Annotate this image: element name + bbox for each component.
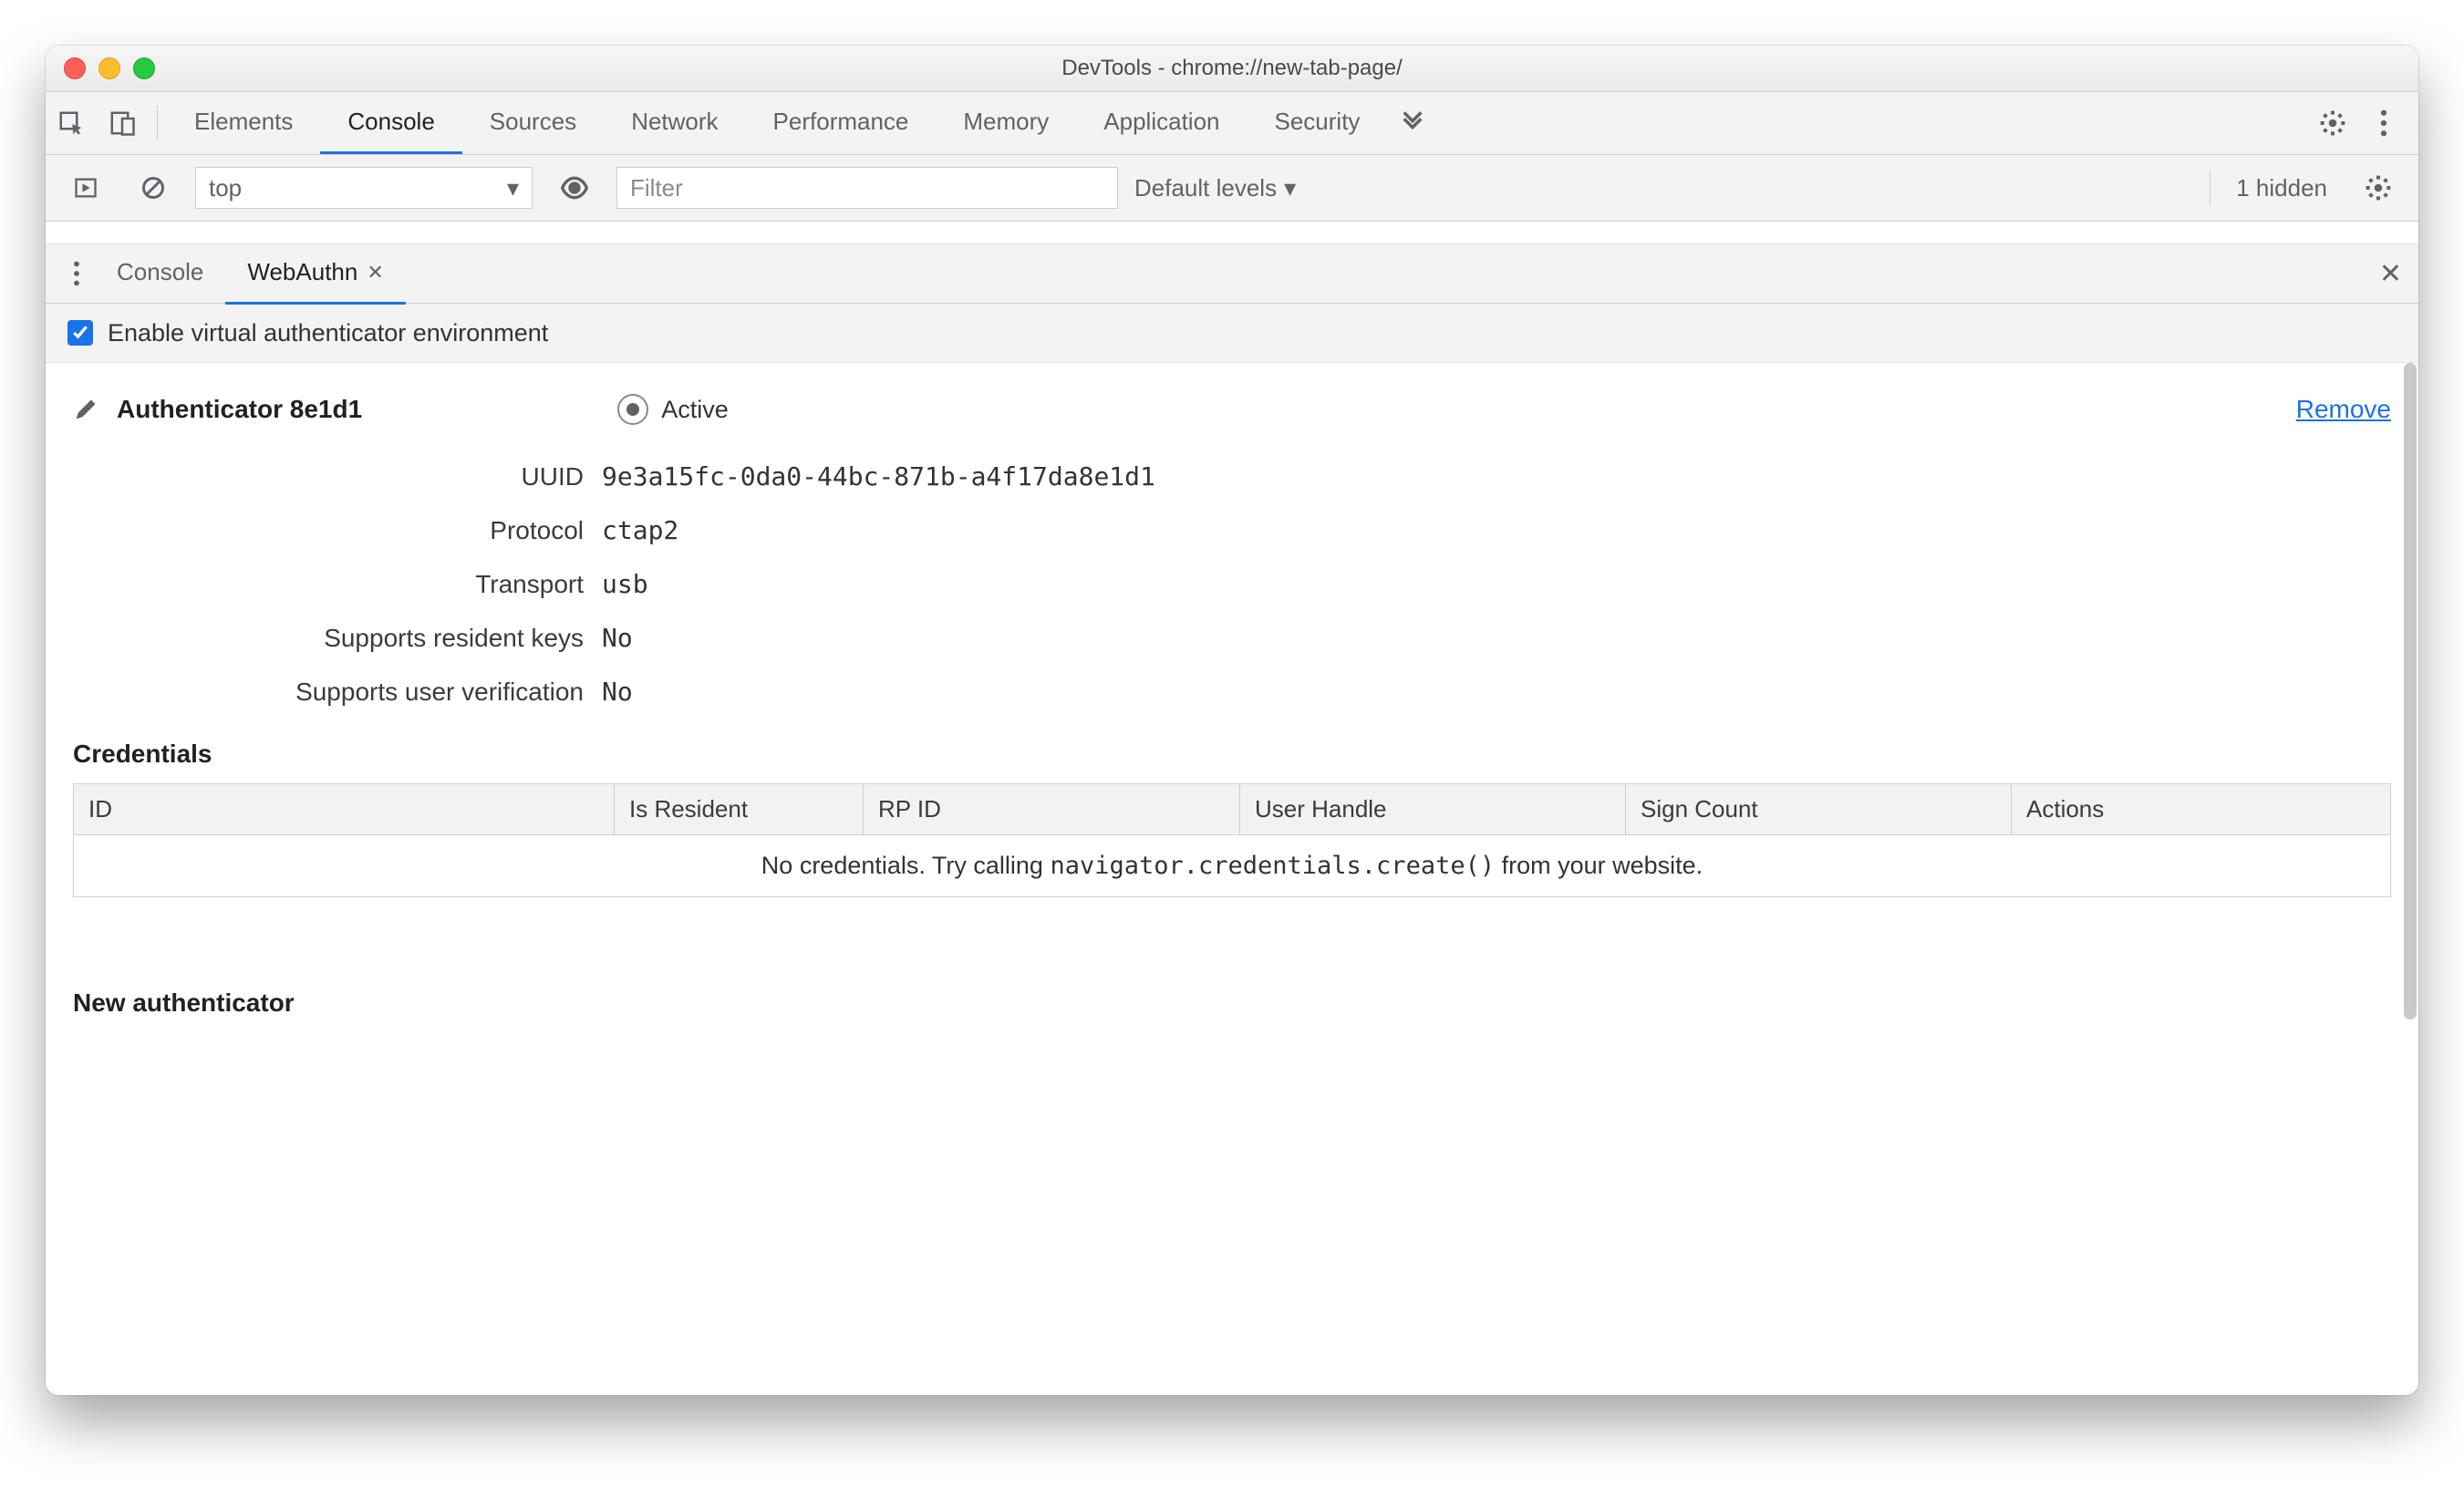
chevron-down-icon: ▾	[1284, 174, 1296, 202]
prop-value-uuid: 9e3a15fc-0da0-44bc-871b-a4f17da8e1d1	[602, 461, 1155, 491]
divider	[157, 106, 158, 140]
table-header: ID Is Resident RP ID User Handle Sign Co…	[74, 784, 2390, 835]
tabs-overflow-icon[interactable]	[1387, 92, 1438, 154]
authenticator-properties: UUID 9e3a15fc-0da0-44bc-871b-a4f17da8e1d…	[73, 461, 2391, 707]
tab-console[interactable]: Console	[320, 92, 461, 154]
credentials-empty-message: No credentials. Try calling navigator.cr…	[74, 835, 2390, 896]
titlebar: DevTools - chrome://new-tab-page/	[46, 46, 2418, 92]
devtools-window: DevTools - chrome://new-tab-page/ Elemen…	[46, 46, 2418, 1395]
main-toolbar: Elements Console Sources Network Perform…	[46, 92, 2418, 155]
console-settings-icon[interactable]	[2353, 162, 2404, 213]
tab-sources[interactable]: Sources	[462, 92, 604, 154]
filter-input[interactable]	[616, 167, 1118, 209]
col-sign-count[interactable]: Sign Count	[1626, 784, 2012, 834]
prop-value-transport: usb	[602, 569, 648, 599]
hidden-messages-count[interactable]: 1 hidden	[2236, 174, 2327, 202]
col-is-resident[interactable]: Is Resident	[615, 784, 864, 834]
console-toolbar: top ▾ Default levels ▾ 1 hidden	[46, 155, 2418, 222]
prop-label-uuid: UUID	[73, 462, 602, 491]
prop-value-user-verification: No	[602, 677, 633, 707]
prop-value-resident-keys: No	[602, 623, 633, 653]
webauthn-content: Authenticator 8e1d1 Active Remove UUID 9…	[46, 363, 2418, 1395]
close-drawer-icon[interactable]: ✕	[2379, 258, 2402, 290]
authenticator-header: Authenticator 8e1d1 Active Remove	[73, 394, 2391, 425]
radio-icon	[617, 394, 648, 425]
tab-network[interactable]: Network	[604, 92, 745, 154]
drawer-tab-webauthn[interactable]: WebAuthn ✕	[225, 243, 405, 305]
context-selector[interactable]: top ▾	[195, 167, 533, 209]
remove-authenticator-link[interactable]: Remove	[2296, 395, 2391, 424]
tab-elements[interactable]: Elements	[167, 92, 320, 154]
settings-icon[interactable]	[2307, 98, 2358, 149]
prop-value-protocol: ctap2	[602, 515, 678, 545]
tab-performance[interactable]: Performance	[746, 92, 937, 154]
tab-security[interactable]: Security	[1248, 92, 1388, 154]
toggle-sidebar-icon[interactable]	[60, 162, 111, 213]
drawer-tab-console[interactable]: Console	[95, 243, 225, 305]
enable-virtual-auth-row: Enable virtual authenticator environment	[46, 304, 2418, 363]
drawer-more-icon[interactable]	[58, 248, 95, 299]
authenticator-title: Authenticator 8e1d1	[117, 395, 362, 424]
clear-console-icon[interactable]	[128, 162, 179, 213]
window-title: DevTools - chrome://new-tab-page/	[46, 56, 2418, 81]
col-actions[interactable]: Actions	[2012, 784, 2390, 834]
col-user-handle[interactable]: User Handle	[1240, 784, 1626, 834]
active-label: Active	[661, 396, 729, 424]
active-radio[interactable]: Active	[617, 394, 729, 425]
tab-memory[interactable]: Memory	[936, 92, 1076, 154]
credentials-table: ID Is Resident RP ID User Handle Sign Co…	[73, 783, 2391, 897]
context-selector-value: top	[209, 174, 242, 202]
drawer-tabs: Console WebAuthn ✕ ✕	[46, 244, 2418, 304]
chevron-down-icon: ▾	[507, 174, 519, 202]
main-tabs: Elements Console Sources Network Perform…	[167, 92, 1438, 154]
enable-virtual-auth-checkbox[interactable]	[67, 320, 93, 346]
credentials-heading: Credentials	[73, 740, 2391, 769]
scrollbar[interactable]	[2402, 363, 2417, 1395]
prop-label-resident-keys: Supports resident keys	[73, 624, 602, 653]
close-tab-icon[interactable]: ✕	[367, 261, 383, 285]
prop-label-transport: Transport	[73, 570, 602, 599]
drawer-tab-label: WebAuthn	[247, 258, 357, 286]
prop-label-protocol: Protocol	[73, 516, 602, 545]
prop-label-user-verification: Supports user verification	[73, 678, 602, 707]
log-levels-label: Default levels	[1134, 174, 1277, 202]
log-levels-selector[interactable]: Default levels ▾	[1134, 174, 1296, 202]
col-rp-id[interactable]: RP ID	[864, 784, 1240, 834]
enable-virtual-auth-label: Enable virtual authenticator environment	[108, 319, 548, 347]
new-authenticator-heading: New authenticator	[73, 988, 2391, 1018]
inspect-element-icon[interactable]	[46, 98, 97, 149]
col-id[interactable]: ID	[74, 784, 615, 834]
more-icon[interactable]	[2358, 98, 2409, 149]
console-output-area	[46, 222, 2418, 244]
tab-application[interactable]: Application	[1076, 92, 1247, 154]
live-expression-icon[interactable]	[549, 162, 600, 213]
device-toolbar-icon[interactable]	[97, 98, 148, 149]
drawer-tab-label: Console	[117, 258, 203, 286]
edit-icon[interactable]	[73, 397, 98, 422]
